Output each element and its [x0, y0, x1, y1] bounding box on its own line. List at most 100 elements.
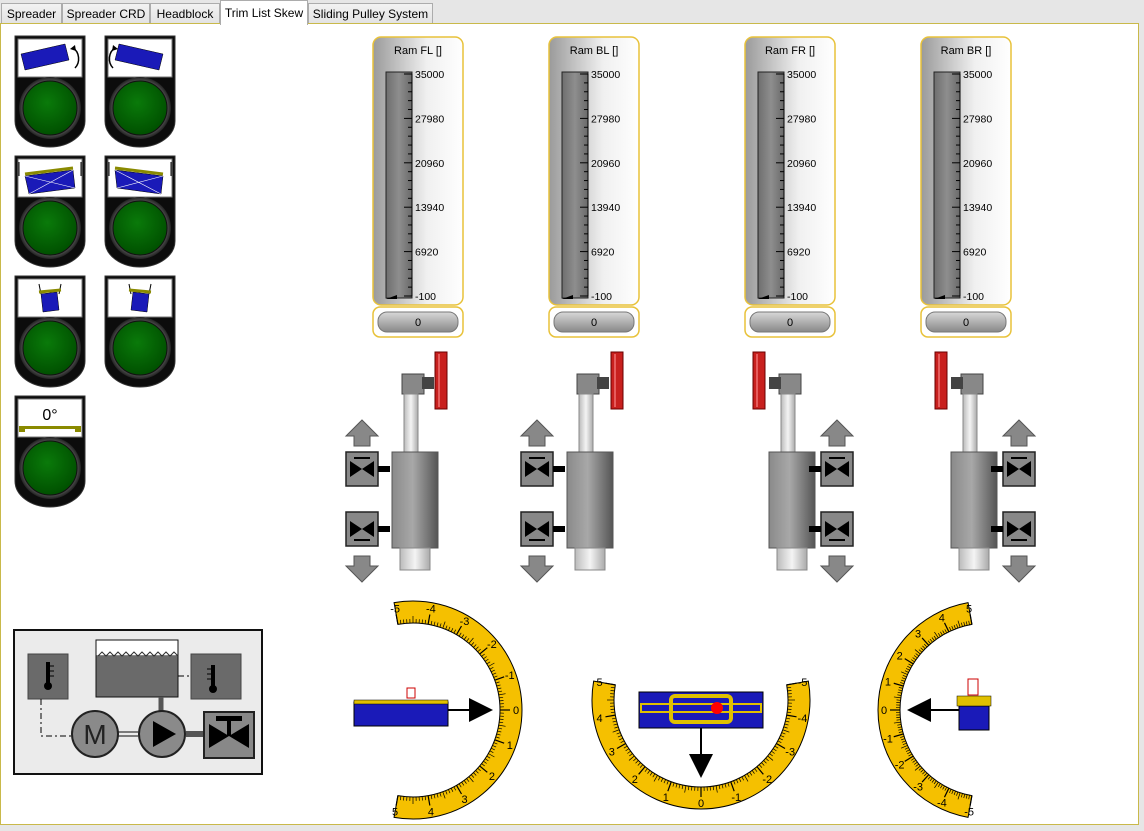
rail-bracket: [434, 351, 448, 410]
tab-trim-list-skew[interactable]: Trim List Skew: [220, 0, 308, 25]
rod-clamp: [597, 377, 609, 389]
dial-label: 1: [507, 740, 513, 752]
dial-label: 3: [609, 747, 615, 759]
up-arrow-icon[interactable]: [519, 419, 555, 447]
dial-label: -4: [426, 604, 436, 616]
piston-rod: [403, 393, 419, 453]
list-dial: -5-4-3-2-1012345: [877, 602, 992, 818]
up-arrow-icon[interactable]: [1001, 419, 1037, 447]
down-arrow-icon[interactable]: [344, 555, 380, 583]
hydraulic-schematic: M: [13, 629, 263, 775]
gauge-tick-label: 27980: [787, 113, 816, 125]
trim-dial: -5 -4 -3 -2 -1 0 1 2 3 4 5: [353, 600, 523, 820]
motor-icon: M: [71, 710, 119, 758]
dial-label: 1: [885, 677, 891, 689]
spreader-bar: [128, 288, 152, 294]
gauge-tick-label: 6920: [591, 247, 615, 259]
gauge-tick-label: -100: [963, 291, 984, 303]
up-arrow-icon[interactable]: [819, 419, 855, 447]
gauge-tick-label: 20960: [415, 158, 444, 170]
gauge-tick-label: -100: [591, 291, 612, 303]
down-arrow-icon[interactable]: [519, 555, 555, 583]
cylinder-cap: [958, 547, 990, 571]
up-arrow-icon[interactable]: [344, 419, 380, 447]
lower-valve-icon[interactable]: [345, 511, 379, 547]
gauge-tick-label: 13940: [591, 202, 620, 214]
gauge-tick-label: 35000: [963, 69, 992, 81]
tab-bar: Spreader Spreader CRD Headblock Trim Lis…: [0, 0, 1144, 25]
cylinder-br: [934, 351, 1037, 583]
gauge-value: 0: [415, 317, 421, 329]
ram-gauge-group: Ram FL []350002798020960139406920-1000Ra…: [372, 36, 1012, 338]
button-lamp: [22, 440, 78, 496]
dial-label: 4: [597, 713, 603, 725]
list-load: [958, 705, 990, 731]
gauge-tick-label: -100: [415, 291, 436, 303]
lower-valve-icon[interactable]: [820, 511, 854, 547]
dial-label: 3: [461, 794, 467, 806]
gauge-tube: [561, 71, 589, 299]
dial-label: -2: [762, 774, 772, 786]
valve-link: [553, 526, 565, 532]
lower-valve-icon[interactable]: [520, 511, 554, 547]
upper-valve-icon[interactable]: [1002, 451, 1036, 487]
rod-head: [576, 373, 600, 395]
trim-left-button[interactable]: [14, 155, 86, 268]
cylinder-bl: [519, 351, 624, 583]
tab-spreader[interactable]: Spreader: [1, 3, 62, 23]
gauge-tick-label: 27980: [415, 113, 444, 125]
dial-label: -3: [785, 747, 795, 759]
gauge-tick-label: 35000: [415, 69, 444, 81]
skew-ccw-button[interactable]: [14, 35, 86, 148]
rod-head: [778, 373, 802, 395]
temperature-sensor-right-icon: [190, 653, 242, 700]
dial-label: 5: [966, 604, 972, 616]
gauge-value: 0: [591, 317, 597, 329]
piston-rod: [962, 393, 978, 453]
spreader-bar: [38, 288, 62, 294]
gauge-tick-label: 13940: [963, 202, 992, 214]
valve-link: [809, 466, 821, 472]
skew-dial: -5 -4 -3 -2 -1 0 1 2 3 4 5: [591, 677, 811, 810]
dial-label: 2: [489, 771, 495, 783]
trim-right-button[interactable]: [104, 155, 176, 268]
tab-headblock[interactable]: Headblock: [150, 3, 220, 23]
cylinder-body: [391, 451, 439, 549]
valve-link: [378, 526, 390, 532]
skew-pointer: [689, 754, 713, 778]
ram-gauge-fr: Ram FR [] 35000 27980 20960 13940 6920 -100 0: [744, 36, 836, 338]
dial-label: -3: [913, 782, 923, 794]
upper-valve-icon[interactable]: [520, 451, 554, 487]
list-headblock: [967, 678, 979, 696]
gauge-tick-label: -100: [787, 291, 808, 303]
rod-head: [401, 373, 425, 395]
tab-sliding-pulley-system[interactable]: Sliding Pulley System: [308, 3, 433, 23]
ram-gauge-fl: Ram FL [] 35000 27980 20960 13940 6920 -100 0: [372, 36, 464, 338]
dial-label: 2: [632, 774, 638, 786]
list-pointer: [907, 698, 931, 722]
down-arrow-icon[interactable]: [1001, 555, 1037, 583]
gauge-tube: [757, 71, 785, 299]
down-arrow-icon[interactable]: [819, 555, 855, 583]
list-right-button[interactable]: [104, 275, 176, 388]
level-zero-button[interactable]: 0°: [14, 395, 86, 508]
gauge-tick-label: 35000: [787, 69, 816, 81]
lower-valve-icon[interactable]: [1002, 511, 1036, 547]
gauge-tube: [933, 71, 961, 299]
rail-bracket: [752, 351, 766, 410]
gauge-tube: [385, 71, 413, 299]
list-left-button[interactable]: [14, 275, 86, 388]
upper-valve-icon[interactable]: [345, 451, 379, 487]
valve-icon: [203, 711, 255, 759]
skew-cw-button[interactable]: [104, 35, 176, 148]
upper-valve-icon[interactable]: [820, 451, 854, 487]
tab-spreader-crd[interactable]: Spreader CRD: [62, 3, 150, 23]
rod-head: [960, 373, 984, 395]
gauge-title: Ram FR []: [765, 45, 815, 57]
dial-label: 5: [392, 806, 398, 818]
dial-label: -1: [731, 792, 741, 804]
dial-label: -1: [883, 733, 893, 745]
bottom-strip: [0, 825, 1144, 831]
dial-label: -4: [798, 713, 808, 725]
dial-label: 0: [698, 798, 704, 810]
